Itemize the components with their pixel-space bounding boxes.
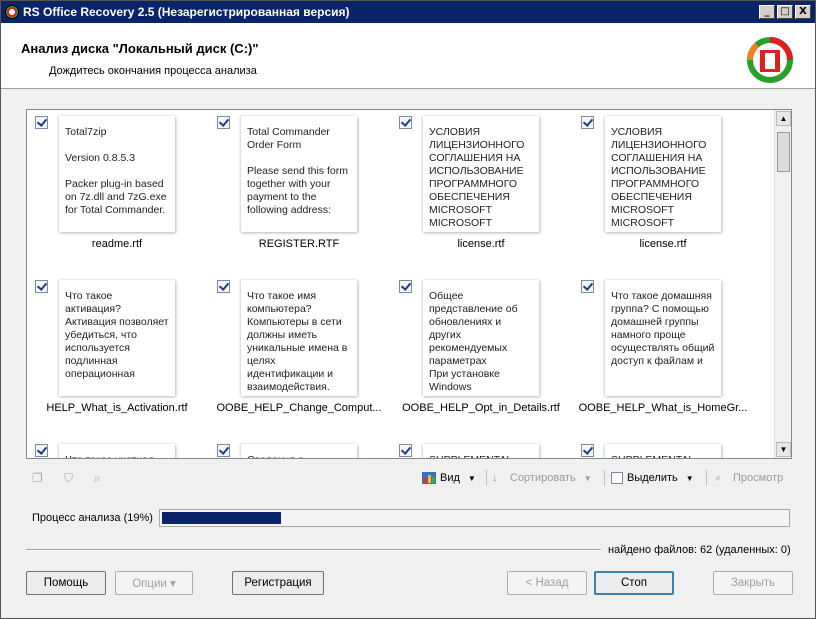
toolbar-divider xyxy=(604,470,605,486)
file-item[interactable]: Сведения о xyxy=(209,438,389,458)
file-preview[interactable]: Сведения о xyxy=(241,444,357,458)
sort-button[interactable]: ↓ Сортировать ▼ xyxy=(492,468,592,488)
file-name: REGISTER.RTF xyxy=(258,238,340,250)
help-button[interactable]: Помощь xyxy=(26,571,106,595)
file-checkbox[interactable] xyxy=(35,444,48,457)
file-checkbox[interactable] xyxy=(399,116,412,129)
view-button[interactable]: Вид ▼ xyxy=(422,468,476,488)
file-checkbox[interactable] xyxy=(581,280,594,293)
file-name: readme.rtf xyxy=(91,238,143,250)
page-title: Анализ диска "Локальный диск (C:)" xyxy=(21,41,259,56)
file-item[interactable]: Что такое имя компьютера? Компьютеры в с… xyxy=(209,274,389,424)
file-name: OOBE_HELP_Opt_in_Details.rtf xyxy=(402,402,560,414)
file-checkbox[interactable] xyxy=(399,280,412,293)
toolbar-divider xyxy=(706,470,707,486)
wizard-header: Анализ диска "Локальный диск (C:)" Дожди… xyxy=(1,23,815,89)
file-preview[interactable]: Что такое учетная xyxy=(59,444,175,458)
maximize-button[interactable]: □ xyxy=(777,5,793,19)
file-preview[interactable]: УСЛОВИЯ ЛИЦЕНЗИОННОГО СОГЛАШЕНИЯ НА ИСПО… xyxy=(423,116,539,232)
progress-fill xyxy=(162,512,281,524)
page-subtitle: Дождитесь окончания процесса анализа xyxy=(49,65,257,77)
close-window-button[interactable]: X xyxy=(795,5,811,19)
app-logo-icon xyxy=(5,5,19,19)
file-checkbox[interactable] xyxy=(581,444,594,457)
file-checkbox[interactable] xyxy=(35,116,48,129)
vertical-scrollbar[interactable]: ▲ ▼ xyxy=(774,110,791,458)
find-icon[interactable]: ⌕ xyxy=(94,471,108,485)
options-button[interactable]: Опции ▾ xyxy=(115,571,193,595)
file-grid: Total7zip Version 0.8.5.3 Packer plug-in… xyxy=(27,110,773,458)
file-name: OOBE_HELP_What_is_HomeGr... xyxy=(578,402,748,414)
file-item[interactable]: УСЛОВИЯ ЛИЦЕНЗИОННОГО СОГЛАШЕНИЯ НА ИСПО… xyxy=(573,110,753,260)
scroll-down-icon[interactable]: ▼ xyxy=(776,442,791,457)
file-checkbox[interactable] xyxy=(217,280,230,293)
select-button[interactable]: Выделить ▼ xyxy=(611,468,694,488)
file-checkbox[interactable] xyxy=(581,116,594,129)
preview-label: Просмотр xyxy=(733,472,784,484)
register-button[interactable]: Регистрация xyxy=(232,571,324,595)
file-item[interactable]: Что такое домашняя группа? С помощью дом… xyxy=(573,274,753,424)
title-bar[interactable]: RS Office Recovery 2.5 (Незарегистрирова… xyxy=(1,1,815,23)
file-preview[interactable]: Что такое домашняя группа? С помощью дом… xyxy=(605,280,721,396)
file-item[interactable]: Total7zip Version 0.8.5.3 Packer plug-in… xyxy=(27,110,207,260)
found-files-status: найдено файлов: 62 (удаленных: 0) xyxy=(608,544,791,556)
file-checkbox[interactable] xyxy=(35,280,48,293)
file-preview[interactable]: Что такое активация? Активация позволяет… xyxy=(59,280,175,396)
file-item[interactable]: УСЛОВИЯ ЛИЦЕНЗИОННОГО СОГЛАШЕНИЯ НА ИСПО… xyxy=(391,110,571,260)
file-item[interactable]: Что такое активация? Активация позволяет… xyxy=(27,274,207,424)
file-item[interactable]: SUPPLEMENTAL xyxy=(391,438,571,458)
chevron-down-icon[interactable]: ▼ xyxy=(468,474,476,483)
toolbar: ❐ ⛉ ⌕ Вид ▼ ↓ Сортировать ▼ Выделить ▼ ⌕… xyxy=(26,467,792,489)
file-name: license.rtf xyxy=(457,238,505,250)
minimize-button[interactable]: _ xyxy=(759,5,775,19)
file-preview[interactable]: Total7zip Version 0.8.5.3 Packer plug-in… xyxy=(59,116,175,232)
file-preview[interactable]: Общее представление об обновлениях и дру… xyxy=(423,280,539,396)
file-preview[interactable]: SUPPLEMENTAL xyxy=(423,444,539,458)
window-title: RS Office Recovery 2.5 (Незарегистрирова… xyxy=(23,5,350,19)
file-checkbox[interactable] xyxy=(217,116,230,129)
chevron-down-icon[interactable]: ▼ xyxy=(584,474,592,483)
file-name: license.rtf xyxy=(639,238,687,250)
file-name: OOBE_HELP_Change_Comput... xyxy=(216,402,382,414)
preview-icon: ⌕ xyxy=(715,472,722,484)
main-window: RS Office Recovery 2.5 (Незарегистрирова… xyxy=(0,0,816,619)
file-name: HELP_What_is_Activation.rtf xyxy=(46,402,188,414)
select-label: Выделить xyxy=(627,472,678,484)
preview-button[interactable]: ⌕ Просмотр xyxy=(715,468,783,488)
close-button[interactable]: Закрыть xyxy=(713,571,793,595)
sort-label: Сортировать xyxy=(510,472,576,484)
scroll-up-icon[interactable]: ▲ xyxy=(776,111,791,126)
analysis-progress-bar xyxy=(159,509,790,527)
chevron-down-icon[interactable]: ▼ xyxy=(686,474,694,483)
toolbar-divider xyxy=(486,470,487,486)
scroll-thumb[interactable] xyxy=(777,132,790,172)
stop-button[interactable]: Стоп xyxy=(594,571,674,595)
filter-icon[interactable]: ⛉ xyxy=(64,471,78,485)
sort-icon: ↓ xyxy=(492,472,498,484)
file-preview[interactable]: УСЛОВИЯ ЛИЦЕНЗИОННОГО СОГЛАШЕНИЯ НА ИСПО… xyxy=(605,116,721,232)
copy-icon[interactable]: ❐ xyxy=(32,471,46,485)
file-preview[interactable]: Что такое имя компьютера? Компьютеры в с… xyxy=(241,280,357,396)
divider xyxy=(26,549,601,551)
back-button[interactable]: < Назад xyxy=(507,571,587,595)
progress-label: Процесс анализа (19%) xyxy=(32,512,153,524)
product-logo-icon xyxy=(747,37,793,83)
file-item[interactable]: SUPPLEMENTAL xyxy=(573,438,753,458)
file-item[interactable]: Общее представление об обновлениях и дру… xyxy=(391,274,571,424)
file-preview[interactable]: SUPPLEMENTAL xyxy=(605,444,721,458)
view-icon xyxy=(422,472,436,484)
file-item[interactable]: Total Commander Order Form Please send t… xyxy=(209,110,389,260)
checkbox-icon xyxy=(611,472,623,484)
file-checkbox[interactable] xyxy=(399,444,412,457)
file-list-panel[interactable]: Total7zip Version 0.8.5.3 Packer plug-in… xyxy=(26,109,792,459)
file-checkbox[interactable] xyxy=(217,444,230,457)
file-item[interactable]: Что такое учетная xyxy=(27,438,207,458)
file-preview[interactable]: Total Commander Order Form Please send t… xyxy=(241,116,357,232)
view-label: Вид xyxy=(440,472,460,484)
